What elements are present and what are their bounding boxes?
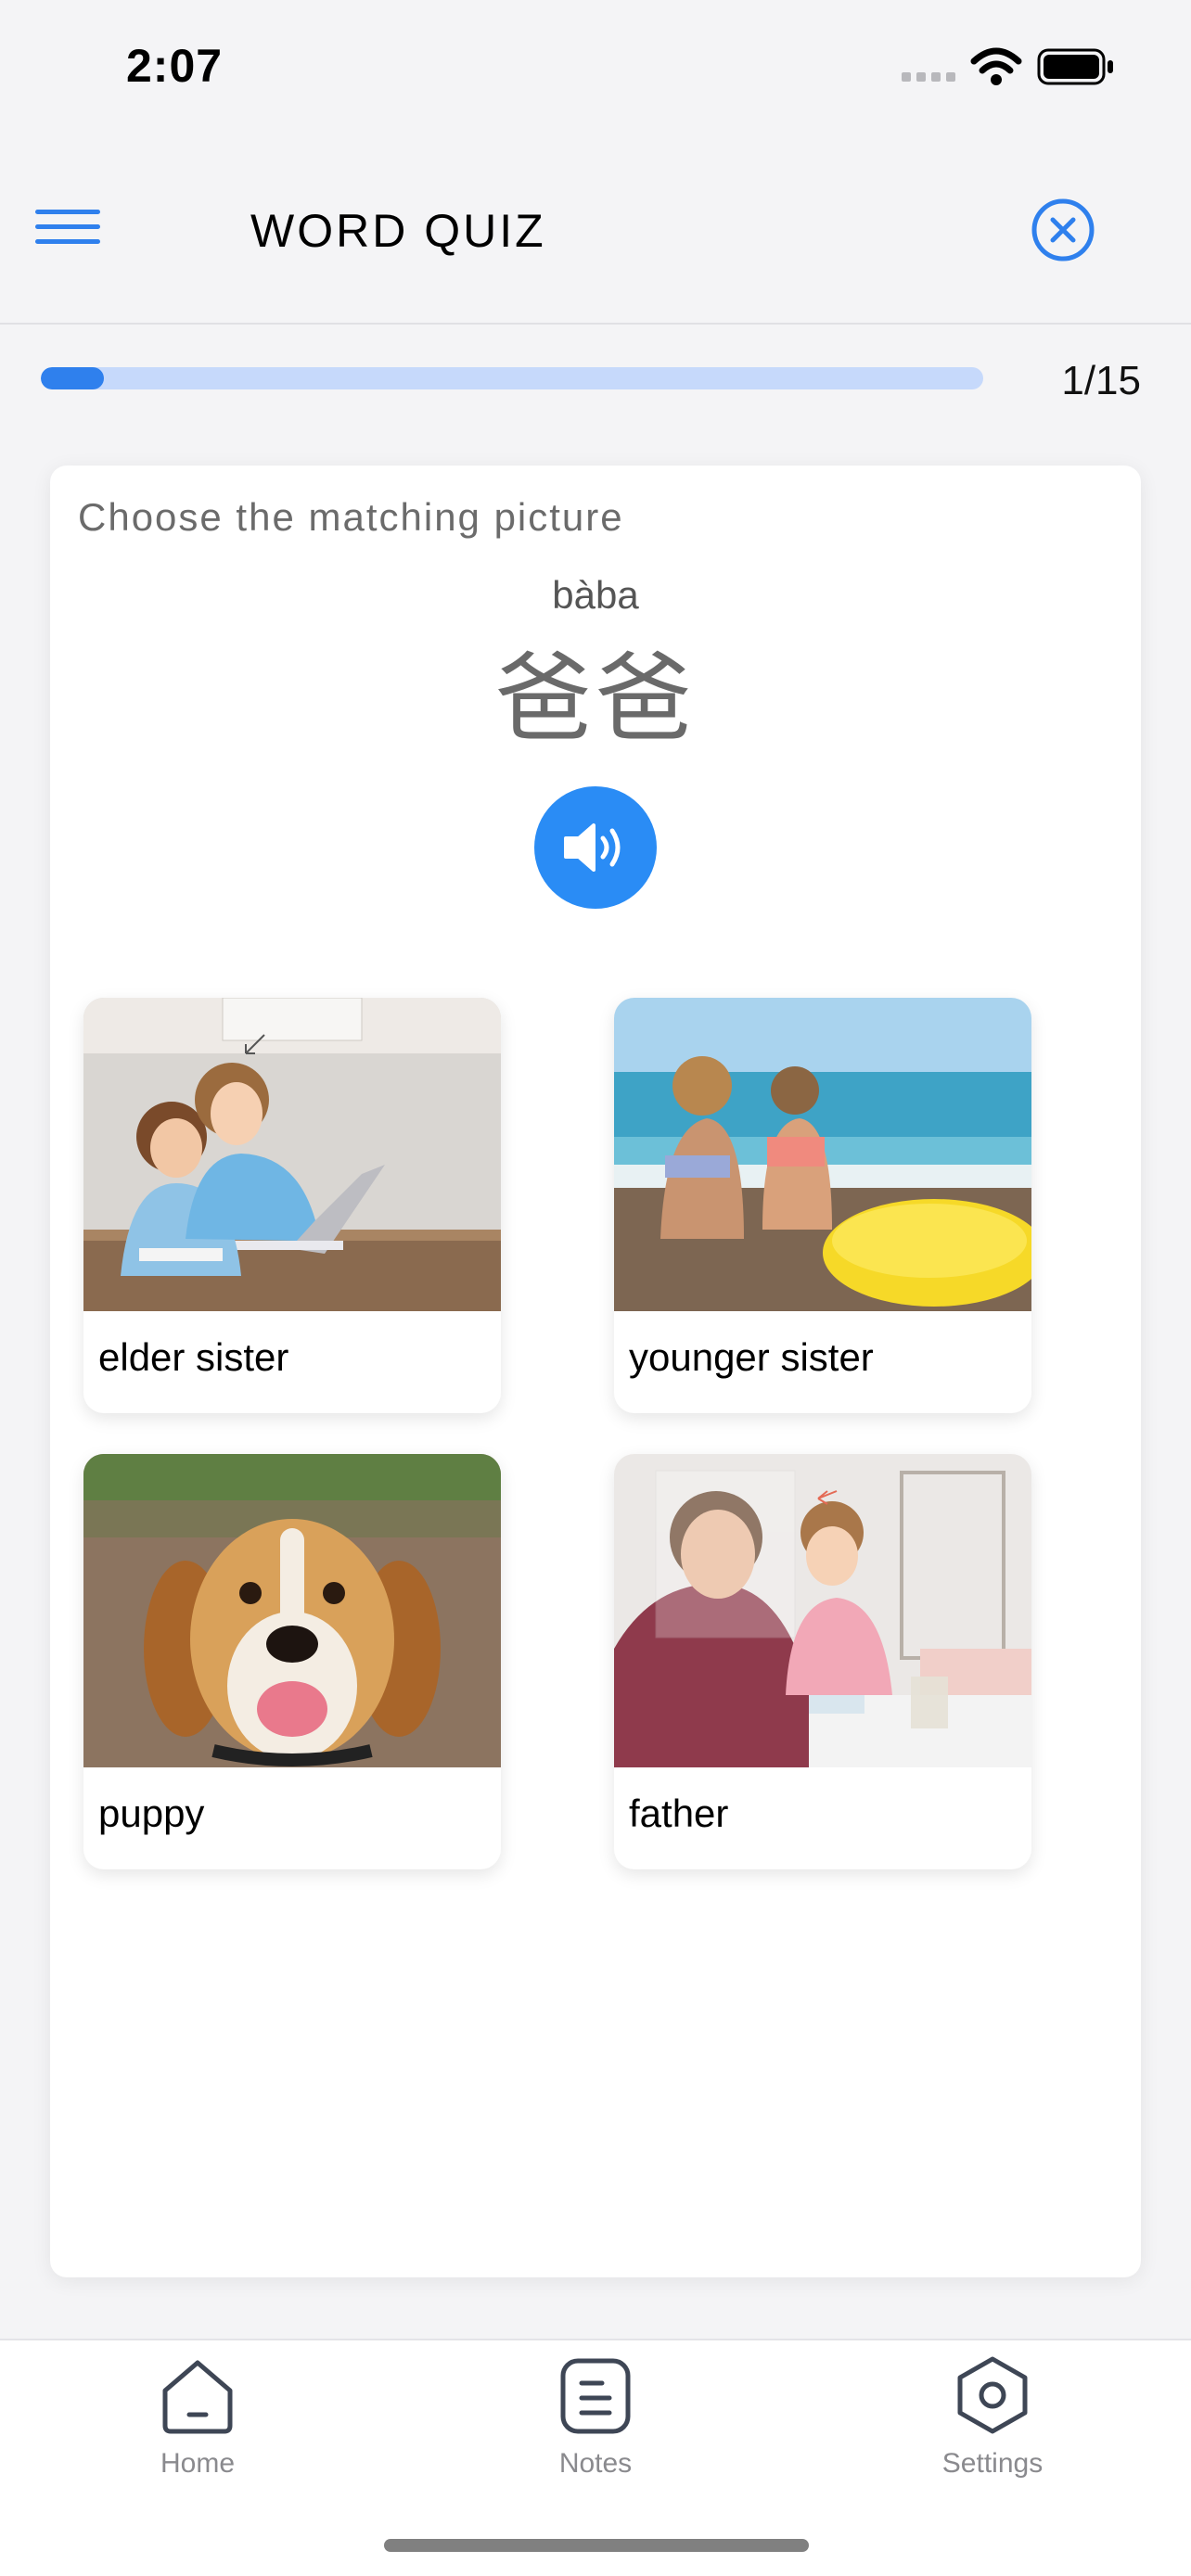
- tab-home[interactable]: Home: [96, 2353, 300, 2480]
- tab-settings[interactable]: Settings: [890, 2353, 1095, 2480]
- notes-icon: [560, 2358, 631, 2434]
- cellular-signal-icon: [902, 72, 955, 82]
- option-card-puppy[interactable]: puppy: [83, 1454, 501, 1869]
- word-hanzi: 爸爸: [494, 642, 696, 755]
- close-icon[interactable]: [1030, 197, 1096, 263]
- option-card-younger-sister[interactable]: younger sister: [614, 998, 1031, 1413]
- status-time: 2:07: [126, 40, 224, 92]
- progress-count: 1/15: [1061, 358, 1141, 403]
- progress-bar: [41, 367, 983, 389]
- option-image-elder-sister: [83, 998, 501, 1311]
- progress-fill: [41, 367, 104, 389]
- option-image-younger-sister: [614, 998, 1031, 1311]
- quiz-instruction: Choose the matching picture: [78, 495, 624, 539]
- option-label: puppy: [98, 1792, 205, 1835]
- option-label: younger sister: [629, 1335, 874, 1379]
- tab-label: Notes: [558, 2448, 633, 2479]
- speaker-icon: [564, 823, 621, 872]
- home-icon: [162, 2360, 233, 2434]
- menu-icon[interactable]: [35, 206, 102, 250]
- tab-label: Settings: [941, 2448, 1044, 2479]
- word-pinyin: bàba: [552, 573, 639, 617]
- tab-notes[interactable]: Notes: [493, 2353, 698, 2480]
- home-indicator: [384, 2539, 809, 2552]
- header: [0, 139, 1191, 325]
- option-card-elder-sister[interactable]: elder sister: [83, 998, 501, 1413]
- play-audio-button[interactable]: [534, 786, 657, 909]
- option-image-puppy: [83, 1454, 501, 1767]
- header-divider: [0, 323, 1191, 325]
- option-image-father: [614, 1454, 1031, 1767]
- option-card-father[interactable]: father: [614, 1454, 1031, 1869]
- status-bar: 2:07: [0, 0, 1191, 139]
- settings-icon: [957, 2356, 1028, 2434]
- wifi-icon: [970, 47, 1022, 85]
- page-title: WORD QUIZ: [250, 205, 546, 257]
- option-label: father: [629, 1792, 729, 1835]
- tab-label: Home: [160, 2448, 236, 2479]
- battery-icon: [1037, 48, 1113, 85]
- option-label: elder sister: [98, 1335, 289, 1379]
